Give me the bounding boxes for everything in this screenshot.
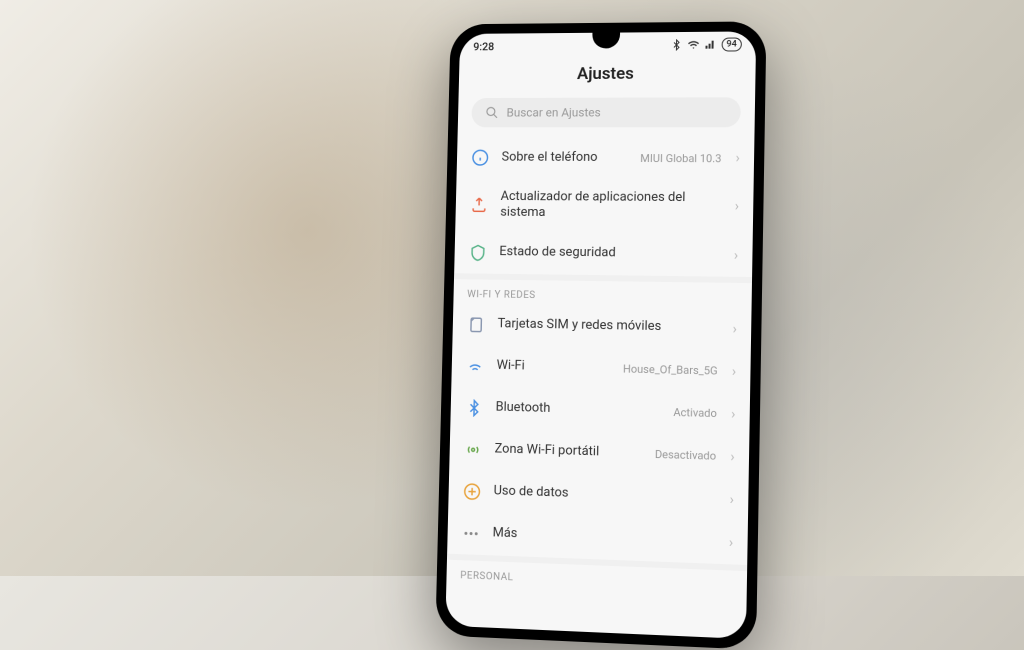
chevron-right-icon: › (730, 448, 735, 464)
row-about-phone[interactable]: Sobre el teléfono MIUI Global 10.3 › (457, 137, 755, 179)
phone-screen: 9:28 94 Ajustes Buscar en Ajustes (445, 31, 756, 639)
wifi-icon (465, 356, 485, 376)
row-label: Sobre el teléfono (501, 150, 628, 166)
sim-icon (466, 314, 486, 334)
search-input[interactable]: Buscar en Ajustes (471, 97, 741, 127)
row-value: MIUI Global 10.3 (640, 152, 721, 165)
row-label: Actualizador de aplicaciones del sistema (500, 189, 723, 223)
row-system-updater[interactable]: Actualizador de aplicaciones del sistema… (455, 178, 754, 234)
chevron-right-icon: › (732, 363, 737, 379)
shield-icon (468, 242, 488, 262)
row-label: Tarjetas SIM y redes móviles (497, 317, 720, 337)
row-label: Wi-Fi (496, 358, 611, 377)
chevron-right-icon: › (735, 199, 740, 215)
chevron-right-icon: › (731, 406, 736, 422)
battery-status: 94 (721, 37, 742, 51)
wifi-status-icon (687, 39, 699, 51)
signal-status-icon (704, 39, 716, 51)
row-value: Activado (673, 406, 717, 420)
chevron-right-icon: › (734, 247, 739, 263)
bluetooth-icon (464, 397, 484, 417)
bluetooth-status-icon (670, 39, 682, 51)
row-sim[interactable]: Tarjetas SIM y redes móviles › (452, 303, 751, 350)
search-icon (485, 106, 499, 120)
row-security-status[interactable]: Estado de seguridad › (454, 232, 753, 277)
row-label: Zona Wi-Fi portátil (494, 442, 643, 463)
row-value: House_Of_Bars_5G (623, 362, 718, 377)
data-icon (462, 481, 482, 502)
row-wifi[interactable]: Wi-Fi House_Of_Bars_5G › (451, 345, 751, 393)
update-icon (469, 195, 489, 215)
chevron-right-icon: › (730, 491, 735, 507)
row-label: Más (492, 526, 716, 550)
chevron-right-icon: › (735, 150, 740, 166)
chevron-right-icon: › (732, 321, 737, 337)
row-label: Estado de seguridad (499, 245, 722, 264)
chevron-right-icon: › (729, 534, 734, 551)
row-value: Desactivado (655, 448, 716, 463)
settings-list: Sobre el teléfono MIUI Global 10.3 › Act… (446, 137, 754, 596)
hotspot-icon (463, 439, 483, 459)
status-time: 9:28 (473, 40, 494, 53)
search-placeholder: Buscar en Ajustes (506, 106, 600, 120)
more-icon (461, 523, 481, 544)
row-label: Bluetooth (495, 400, 661, 420)
page-title: Ajustes (459, 63, 756, 84)
page-header: Ajustes (459, 53, 756, 98)
phone-frame: 9:28 94 Ajustes Buscar en Ajustes (435, 21, 766, 649)
info-icon (470, 148, 490, 168)
row-label: Uso de datos (493, 484, 703, 507)
